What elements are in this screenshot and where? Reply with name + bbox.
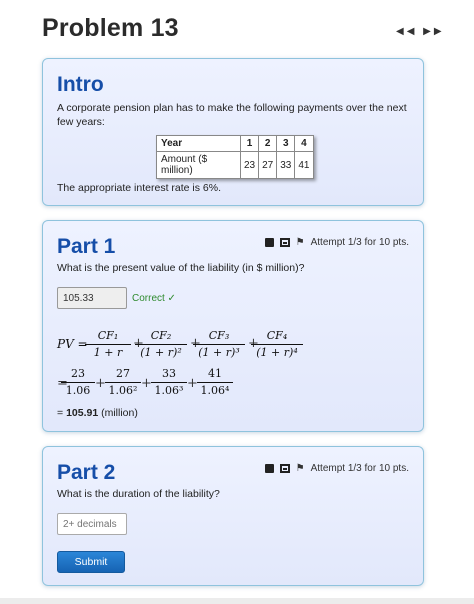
value-denominator: 1.06² [108, 384, 138, 397]
page-title: Problem 13 [42, 14, 179, 42]
table-header-cell: 4 [294, 135, 314, 152]
formula-numerator: CF₃ [208, 329, 230, 342]
bottom-strip [0, 598, 474, 604]
intro-text: A corporate pension plan has to make the… [57, 102, 407, 128]
table-row: Year 1 2 3 4 [156, 135, 314, 152]
part1-answer-field[interactable]: 105.33 [57, 287, 127, 309]
formula-numerator: CF₁ [97, 329, 119, 342]
part2-toolbar: ⚑ Attempt 1/3 for 10 pts. [264, 463, 409, 474]
part1-feedback: Correct ✓ [132, 293, 176, 304]
table-cell: 41 [294, 151, 314, 179]
table-cell: 23 [239, 151, 260, 179]
part1-result: = 105.91 (million) [57, 407, 138, 419]
value-denominator: 1.06³ [154, 384, 184, 397]
result-equals: = [57, 407, 67, 419]
value-term-3: 33 1.06³ [151, 367, 187, 398]
part2-answer-input[interactable] [57, 513, 127, 535]
formula-denominator: (1 + r)² [140, 346, 182, 359]
part1-title: Part 1 [57, 235, 116, 258]
formula-term-3: CF₃ (1 + r)³ [193, 329, 245, 360]
calculator-icon[interactable] [264, 238, 274, 247]
value-denominator: 1.06⁴ [200, 384, 230, 397]
value-numerator: 27 [116, 367, 130, 380]
part1-toolbar: ⚑ Attempt 1/3 for 10 pts. [264, 237, 409, 248]
table-row: Amount ($ million) 23 27 33 41 [156, 151, 314, 179]
value-term-1: 23 1.06 [61, 367, 95, 398]
result-unit: (million) [98, 407, 138, 419]
flag-icon[interactable]: ⚑ [296, 237, 305, 248]
value-denominator: 1.06 [65, 384, 91, 397]
value-numerator: 23 [71, 367, 85, 380]
table-header-cell: 1 [239, 135, 260, 152]
part1-attempt-info: Attempt 1/3 for 10 pts. [310, 237, 409, 248]
formula-numerator: CF₂ [150, 329, 172, 342]
formula-pv-lhs: PV = [57, 337, 88, 351]
value-numerator: 41 [208, 367, 222, 380]
part1-card: Part 1 ⚑ Attempt 1/3 for 10 pts. What is… [42, 220, 424, 432]
part2-question: What is the duration of the liability? [57, 488, 220, 500]
intro-card: Intro A corporate pension plan has to ma… [42, 58, 424, 206]
intro-title: Intro [57, 73, 104, 96]
interest-rate-text: The appropriate interest rate is 6%. [57, 182, 222, 194]
formula-term-4: CF₄ (1 + r)⁴ [251, 329, 303, 360]
value-term-4: 41 1.06⁴ [197, 367, 233, 398]
formula-denominator: 1 + r [93, 346, 123, 359]
formula-denominator: (1 + r)⁴ [256, 346, 298, 359]
formula-term-2: CF₂ (1 + r)² [135, 329, 187, 360]
flag-icon[interactable]: ⚑ [296, 463, 305, 474]
formula-numerator: CF₄ [266, 329, 288, 342]
table-cell: 27 [258, 151, 278, 179]
table-cell: 33 [276, 151, 296, 179]
video-icon[interactable] [279, 238, 290, 247]
formula-denominator: (1 + r)³ [198, 346, 240, 359]
table-header-cell: 3 [276, 135, 296, 152]
part2-title: Part 2 [57, 461, 116, 484]
problem-nav-arrows[interactable]: ◀◀ ▶▶ [396, 26, 445, 37]
value-term-2: 27 1.06² [105, 367, 141, 398]
part2-card: Part 2 ⚑ Attempt 1/3 for 10 pts. What is… [42, 446, 424, 586]
table-header-cell: 2 [258, 135, 278, 152]
table-row-label: Amount ($ million) [156, 151, 241, 179]
formula-term-1: CF₁ 1 + r [85, 329, 131, 360]
value-numerator: 33 [162, 367, 176, 380]
part2-attempt-info: Attempt 1/3 for 10 pts. [310, 463, 409, 474]
result-value: 105.91 [66, 407, 99, 419]
submit-button[interactable]: Submit [57, 551, 125, 573]
video-icon[interactable] [279, 464, 290, 473]
calculator-icon[interactable] [264, 464, 274, 473]
payments-table: Year 1 2 3 4 Amount ($ million) 23 27 33… [156, 135, 314, 179]
table-header-year: Year [156, 135, 241, 152]
part1-question: What is the present value of the liabili… [57, 262, 305, 274]
